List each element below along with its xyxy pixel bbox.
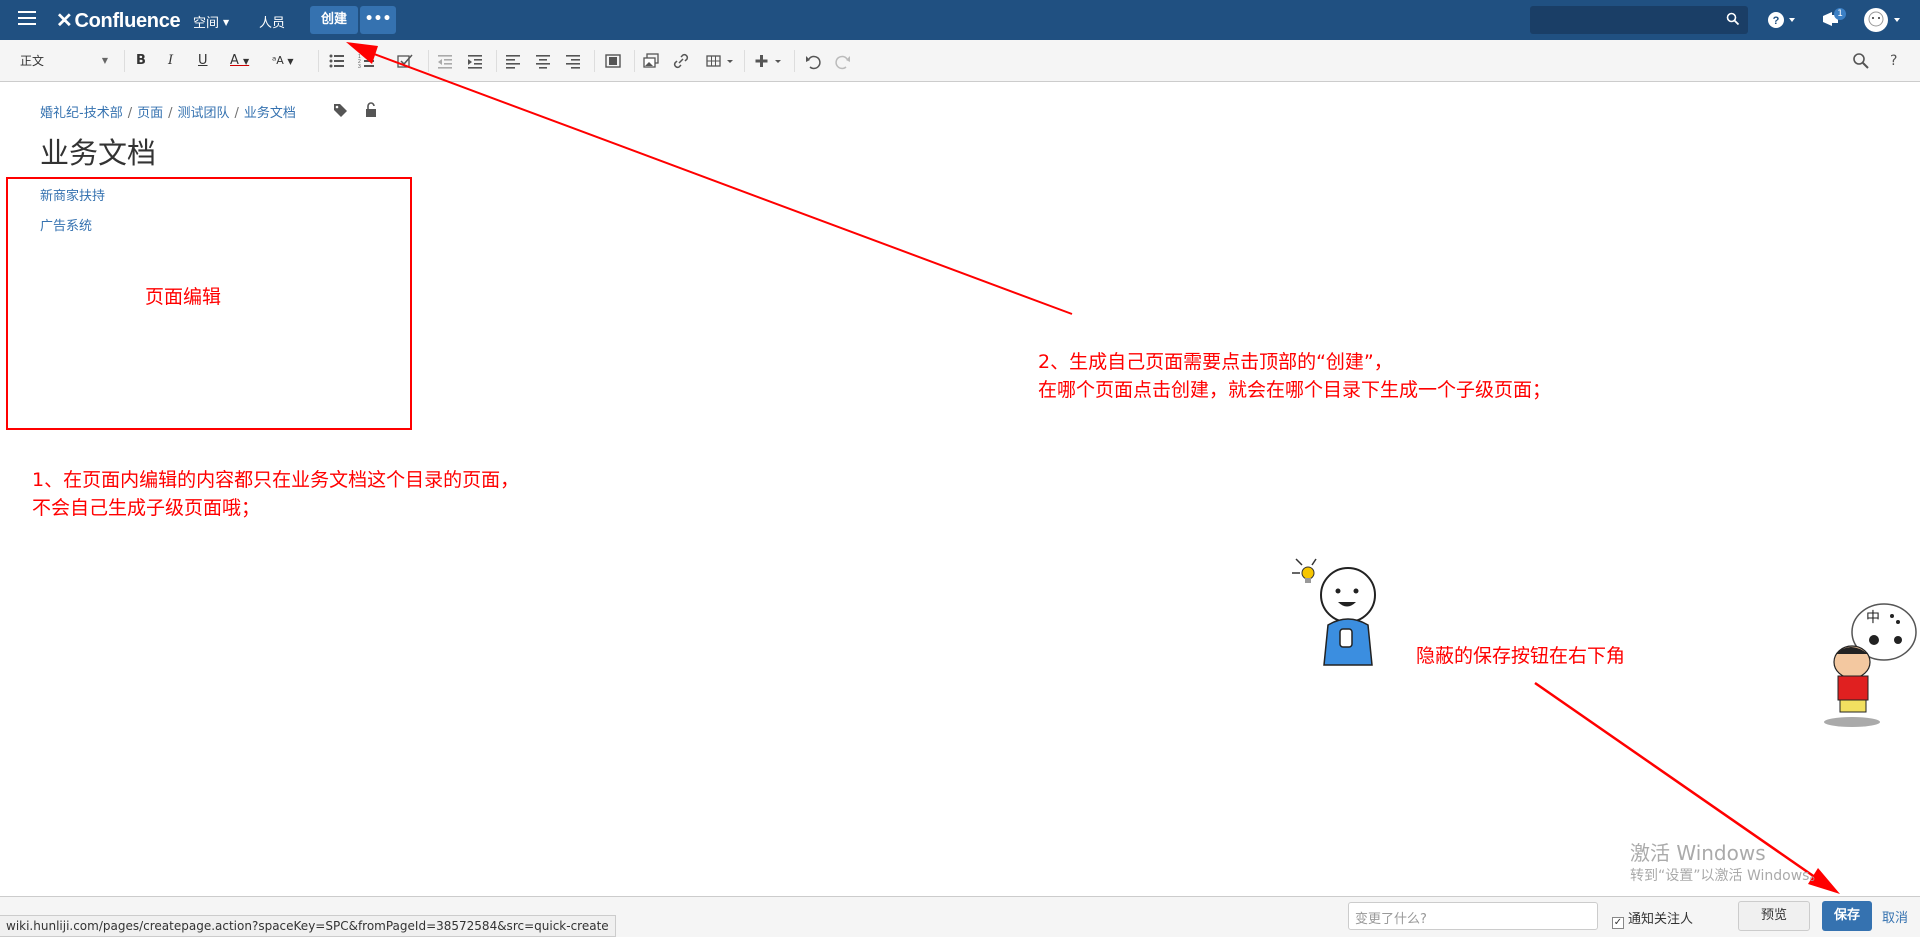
nav-spaces[interactable]: 空间 ▼ [193,12,229,31]
annotation-note-1-line-1: 1、在页面内编辑的内容都只在业务文档这个目录的页面， [32,469,520,491]
text-format-more-icon[interactable]: ᵃA ▼ [272,51,294,71]
menu-icon[interactable] [18,11,36,27]
label-icon[interactable] [334,104,347,117]
search-icon [1726,12,1740,26]
align-right-icon[interactable] [564,52,582,70]
notifications-icon[interactable]: 1 [1820,8,1846,32]
browser-status-url: wiki.hunliji.com/pages/createpage.action… [0,915,616,937]
toolbar-divider [744,50,745,72]
page-meta-icons [334,102,376,117]
task-list-icon[interactable] [396,52,414,70]
outdent-icon[interactable] [436,52,454,70]
annotation-note-2-line-2: 在哪个页面点击创建，就会在哪个目录下生成一个子级页面； [1038,379,1552,401]
editor-toolbar: 正文 ▼ B I U A ▼ ᵃA ▼ 123 ? [0,40,1920,82]
redo-icon[interactable] [834,52,852,70]
text-color-icon[interactable]: A ▼ [230,51,249,71]
paragraph-style-select[interactable]: 正文 ▼ [20,51,108,71]
cartoon-sticker-shinchan: 中 [1824,603,1917,727]
user-avatar[interactable] [1862,5,1902,35]
breadcrumb: 婚礼纪-技术部 / 页面 / 测试团队 / 业务文档 [40,102,296,121]
toolbar-divider [634,50,635,72]
annotation-arrow-to-create [346,42,1073,315]
insert-table-icon[interactable] [706,52,736,70]
notify-watchers-checkbox[interactable]: ✓ 通知关注人 [1612,908,1693,929]
notification-badge: 1 [1834,8,1846,20]
underline-icon[interactable]: U [198,51,208,71]
paragraph-style-label: 正文 [20,54,45,68]
confluence-logo-icon: ✕ [56,10,73,32]
find-replace-icon[interactable] [1852,52,1870,70]
bullet-list-icon[interactable] [328,52,346,70]
bold-icon[interactable]: B [136,51,146,71]
insert-image-icon[interactable] [642,52,660,70]
indent-icon[interactable] [466,52,484,70]
breadcrumb-item[interactable]: 测试团队 [178,106,230,121]
toolbar-divider [594,50,595,72]
more-create-button[interactable]: ••• [360,6,396,34]
toolbar-divider [496,50,497,72]
breadcrumb-item[interactable]: 页面 [137,106,163,121]
nav-people[interactable]: 人员 [259,12,285,31]
cancel-link[interactable]: 取消 [1882,907,1908,926]
watermark-line-1: 激活 Windows [1630,841,1766,865]
svg-text:中: 中 [1866,610,1880,626]
align-left-icon[interactable] [504,52,522,70]
svg-text:3: 3 [358,64,361,70]
windows-activation-watermark: 激活 Windows 转到“设置”以激活 Windows。 [1630,840,1823,886]
breadcrumb-item[interactable]: 业务文档 [244,106,296,121]
change-comment-input[interactable]: 变更了什么? [1348,902,1598,930]
help-icon[interactable]: ? [1767,10,1797,30]
breadcrumb-separator: / [234,106,239,121]
svg-text:?: ? [1773,15,1780,27]
nav-spaces-label: 空间 [193,16,220,31]
undo-icon[interactable] [804,52,822,70]
breadcrumb-item[interactable]: 婚礼纪-技术部 [40,106,123,121]
italic-icon[interactable]: I [168,51,173,71]
save-button[interactable]: 保存 [1822,901,1872,931]
watermark-line-2: 转到“设置”以激活 Windows。 [1630,868,1824,884]
top-navigation-bar: ✕ Confluence 空间 ▼ 人员 创建 ••• ? 1 [0,0,1920,40]
toolbar-divider [318,50,319,72]
toolbar-divider [428,50,429,72]
preview-button[interactable]: 预览 [1738,901,1810,931]
annotation-note-1-line-2: 不会自己生成子级页面哦； [32,497,261,519]
breadcrumb-separator: / [127,106,133,121]
notify-watchers-label: 通知关注人 [1628,912,1694,927]
align-center-icon[interactable] [534,52,552,70]
page-layout-icon[interactable] [604,52,622,70]
insert-more-icon[interactable] [754,52,784,70]
keyboard-help-icon[interactable]: ? [1890,51,1897,71]
numbered-list-icon[interactable]: 123 [358,52,376,70]
breadcrumb-separator: / [168,106,173,121]
logo-text: Confluence [74,10,181,32]
annotation-note-3: 隐蔽的保存按钮在右下角 [1416,645,1626,667]
create-button[interactable]: 创建 [310,6,358,34]
page-title-input[interactable]: 业务文档 [40,130,156,172]
toolbar-divider [794,50,795,72]
annotation-note-2-line-1: 2、生成自己页面需要点击顶部的“创建”， [1038,351,1393,373]
chevron-down-icon: ▼ [101,56,108,65]
unlock-icon[interactable] [366,102,376,117]
toolbar-divider [124,50,125,72]
checkbox-checked-icon: ✓ [1612,917,1624,929]
insert-link-icon[interactable] [672,52,690,70]
annotation-box-label: 页面编辑 [145,286,222,308]
search-input[interactable] [1530,6,1748,34]
chevron-down-icon: ▼ [223,18,230,27]
cartoon-sticker-idea [1292,558,1376,666]
confluence-logo[interactable]: ✕ Confluence [56,8,181,33]
